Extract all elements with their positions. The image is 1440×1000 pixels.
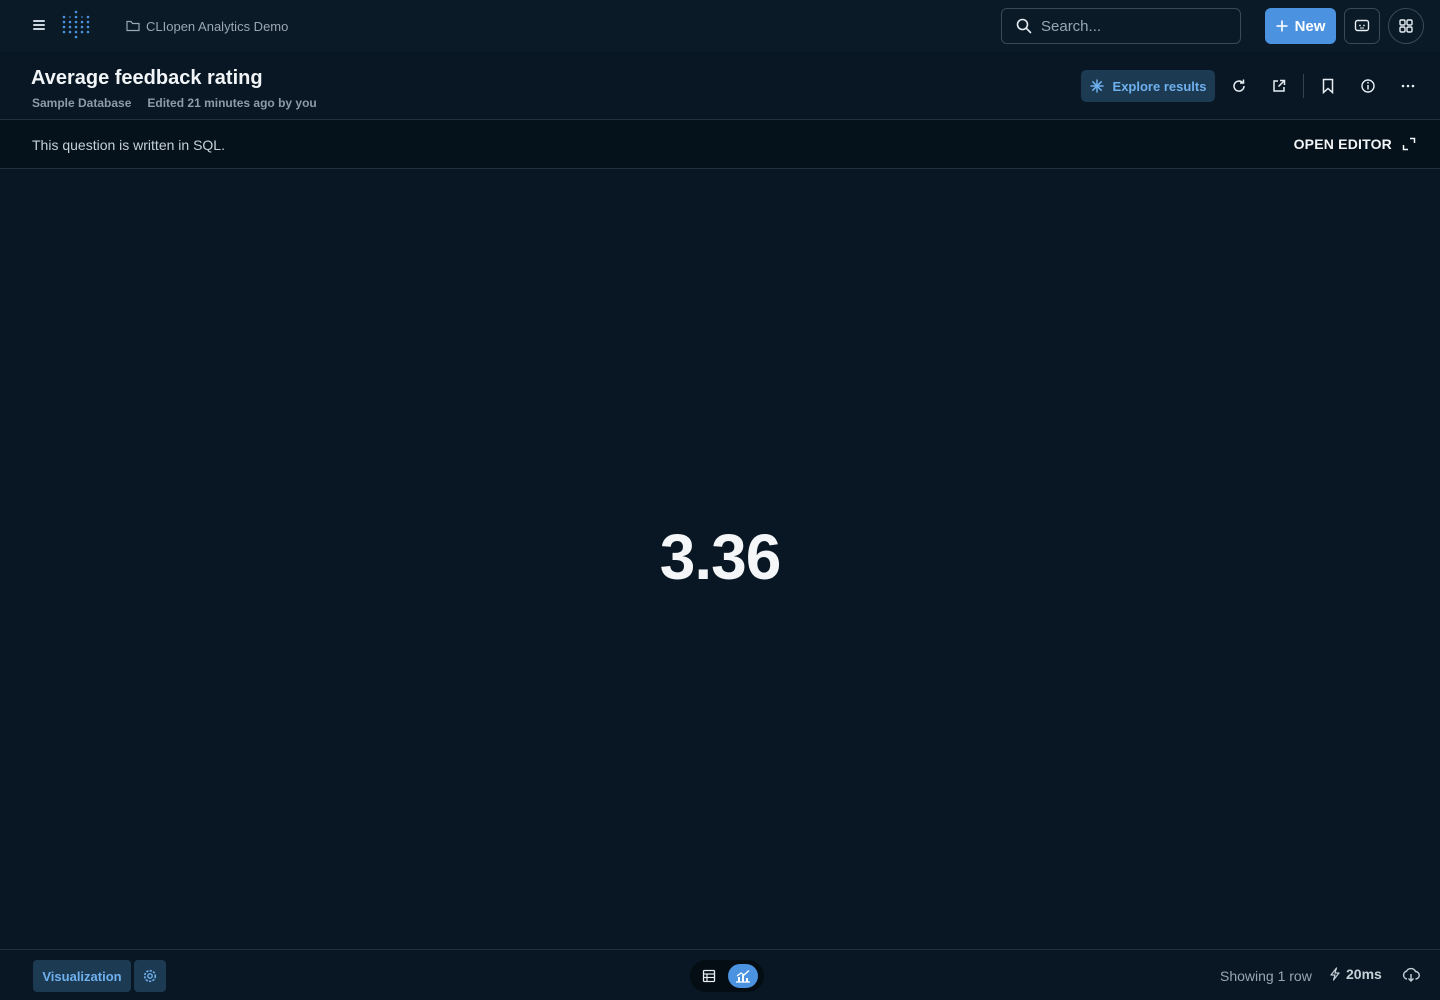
more-icon xyxy=(1401,84,1415,88)
table-view-toggle[interactable] xyxy=(694,964,724,988)
table-icon xyxy=(702,969,716,983)
explore-results-button[interactable]: Explore results xyxy=(1081,70,1215,102)
share-button[interactable] xyxy=(1269,76,1289,96)
refresh-button[interactable] xyxy=(1229,76,1249,96)
new-button-label: New xyxy=(1294,17,1326,35)
chart-view-toggle[interactable] xyxy=(728,964,758,988)
info-icon xyxy=(1361,79,1375,93)
visualization-area: 3.36 xyxy=(0,170,1440,949)
bolt-icon xyxy=(1330,967,1340,981)
bookmark-icon xyxy=(1322,78,1334,94)
database-link[interactable]: Sample Database xyxy=(32,96,131,110)
chat-icon xyxy=(1354,19,1370,32)
visualization-button[interactable]: Visualization xyxy=(33,960,131,992)
search-box[interactable] xyxy=(1001,8,1241,44)
download-icon[interactable] xyxy=(1402,966,1420,984)
open-editor-button[interactable]: OPEN EDITOR xyxy=(1294,134,1416,154)
view-toggle xyxy=(690,960,764,992)
bookmark-button[interactable] xyxy=(1318,76,1338,96)
folder-icon xyxy=(126,20,140,32)
top-nav: CLIopen Analytics Demo New xyxy=(0,0,1440,52)
edited-info[interactable]: Edited 21 minutes ago by you xyxy=(147,96,316,110)
app: CLIopen Analytics Demo New xyxy=(0,0,1440,1000)
view-footer: Visualization Showing 1 row 20ms xyxy=(0,949,1440,1000)
viz-settings-button[interactable] xyxy=(134,960,166,992)
search-input[interactable] xyxy=(1041,17,1221,35)
new-button[interactable]: New xyxy=(1265,8,1336,44)
plus-icon xyxy=(1276,20,1288,32)
search-icon xyxy=(1016,18,1032,34)
query-timing-label: 20ms xyxy=(1346,966,1382,982)
info-button[interactable] xyxy=(1358,76,1378,96)
scalar-value[interactable]: 3.36 xyxy=(0,520,1440,594)
logo-icon[interactable] xyxy=(60,10,90,40)
toolbar-divider xyxy=(1303,74,1304,98)
sql-notice: This question is written in SQL. xyxy=(32,137,225,153)
gear-icon xyxy=(143,969,157,983)
more-button[interactable] xyxy=(1398,76,1418,96)
question-header: Average feedback rating Sample Database … xyxy=(0,52,1440,120)
share-icon xyxy=(1273,79,1286,92)
sql-notice-bar: This question is written in SQL. OPEN ED… xyxy=(0,120,1440,169)
breadcrumb-label: CLIopen Analytics Demo xyxy=(146,18,289,34)
breadcrumb[interactable]: CLIopen Analytics Demo xyxy=(126,17,288,35)
expand-icon xyxy=(1402,137,1416,151)
question-meta: Sample Database Edited 21 minutes ago by… xyxy=(32,96,317,110)
menu-icon[interactable] xyxy=(31,18,47,34)
grid-icon xyxy=(1399,19,1413,33)
apps-button[interactable] xyxy=(1388,8,1424,44)
page-title[interactable]: Average feedback rating xyxy=(31,67,263,90)
explore-results-label: Explore results xyxy=(1112,78,1207,94)
chart-icon xyxy=(736,970,750,983)
refresh-icon xyxy=(1233,79,1245,92)
metabot-button[interactable] xyxy=(1344,8,1380,44)
query-timing: 20ms xyxy=(1329,966,1382,982)
sparkle-icon xyxy=(1089,79,1104,93)
row-count: Showing 1 row xyxy=(1220,968,1312,984)
open-editor-label: OPEN EDITOR xyxy=(1293,136,1392,152)
